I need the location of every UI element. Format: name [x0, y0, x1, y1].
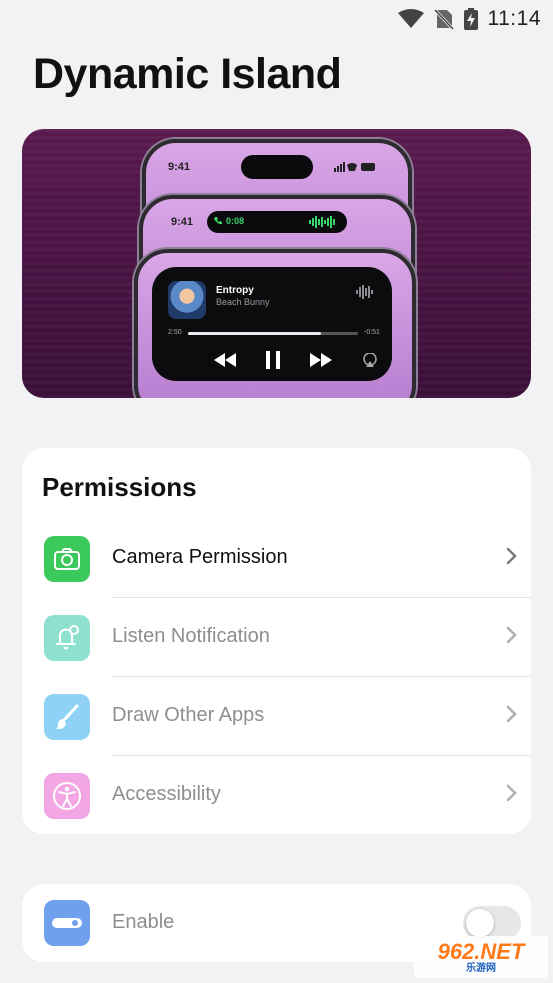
- permission-row-camera[interactable]: Camera Permission: [22, 519, 531, 598]
- enable-toggle[interactable]: [463, 906, 521, 940]
- phone-time: 9:41: [171, 216, 194, 228]
- fast-forward-icon: [310, 353, 332, 367]
- rewind-icon: [214, 353, 236, 367]
- chevron-right-icon: [506, 705, 517, 723]
- waveform-icon: [309, 216, 335, 228]
- pause-icon: [266, 351, 280, 369]
- watermark-text: 962.NET: [437, 938, 525, 964]
- call-duration: 0:08: [226, 216, 245, 226]
- permission-label: Draw Other Apps: [112, 704, 265, 726]
- brush-icon-box: [44, 694, 90, 740]
- enable-icon-box: [44, 900, 90, 946]
- dynamic-island-call: 0:08: [207, 211, 347, 233]
- chevron-right-icon: [506, 626, 517, 644]
- bell-icon-box: [44, 615, 90, 661]
- dynamic-island: [241, 155, 313, 179]
- wifi-icon: [397, 9, 424, 28]
- elapsed-time: 2:50: [168, 329, 182, 336]
- expanded-music-player: Entropy Beach Bunny 2:50 -0:51: [152, 267, 392, 381]
- phone-call-icon: [214, 217, 222, 225]
- phone-time: 9:41: [168, 161, 191, 173]
- permission-label: Listen Notification: [112, 625, 270, 647]
- watermark-logo: 962.NET 乐游网: [414, 936, 548, 978]
- clock: 11:14: [487, 7, 541, 30]
- enable-label: Enable: [112, 911, 175, 933]
- waveform-icon: [356, 285, 373, 299]
- battery-charging-icon: [463, 8, 478, 30]
- status-bar: 11:14: [0, 0, 553, 38]
- permission-row-draw-apps[interactable]: Draw Other Apps: [22, 677, 531, 756]
- hero-banner: 9:41 9:41 0:08 Entropy Beach Bunny 2:50 …: [22, 129, 531, 398]
- track-artist: Beach Bunny: [216, 297, 270, 307]
- no-sim-icon: [433, 8, 454, 30]
- toggle-pill-icon: [52, 918, 82, 928]
- permission-label: Accessibility: [112, 783, 221, 805]
- page-title: Dynamic Island: [33, 50, 342, 98]
- permission-label: Camera Permission: [112, 546, 288, 568]
- watermark-subtext: 乐游网: [466, 962, 496, 974]
- bell-icon: [56, 625, 79, 650]
- playback-controls: [214, 351, 332, 369]
- playback-progress: [188, 332, 358, 335]
- remaining-time: -0:51: [364, 329, 380, 336]
- airplay-icon: [363, 353, 377, 367]
- camera-icon: [54, 548, 80, 570]
- phone-mockup-front: Entropy Beach Bunny 2:50 -0:51: [134, 249, 416, 398]
- accessibility-icon-box: [44, 773, 90, 819]
- permissions-card: Permissions Camera Permission Listen Not…: [22, 448, 531, 834]
- chevron-right-icon: [506, 547, 517, 565]
- permission-row-accessibility[interactable]: Accessibility: [22, 756, 531, 835]
- album-cover: [168, 281, 206, 319]
- accessibility-icon: [53, 782, 81, 810]
- signal-icon: [334, 162, 375, 172]
- track-title: Entropy: [216, 285, 254, 296]
- permission-row-notification[interactable]: Listen Notification: [22, 598, 531, 677]
- chevron-right-icon: [506, 784, 517, 802]
- camera-icon-box: [44, 536, 90, 582]
- toggle-knob: [466, 909, 494, 937]
- brush-icon: [56, 704, 79, 730]
- permissions-title: Permissions: [42, 472, 197, 502]
